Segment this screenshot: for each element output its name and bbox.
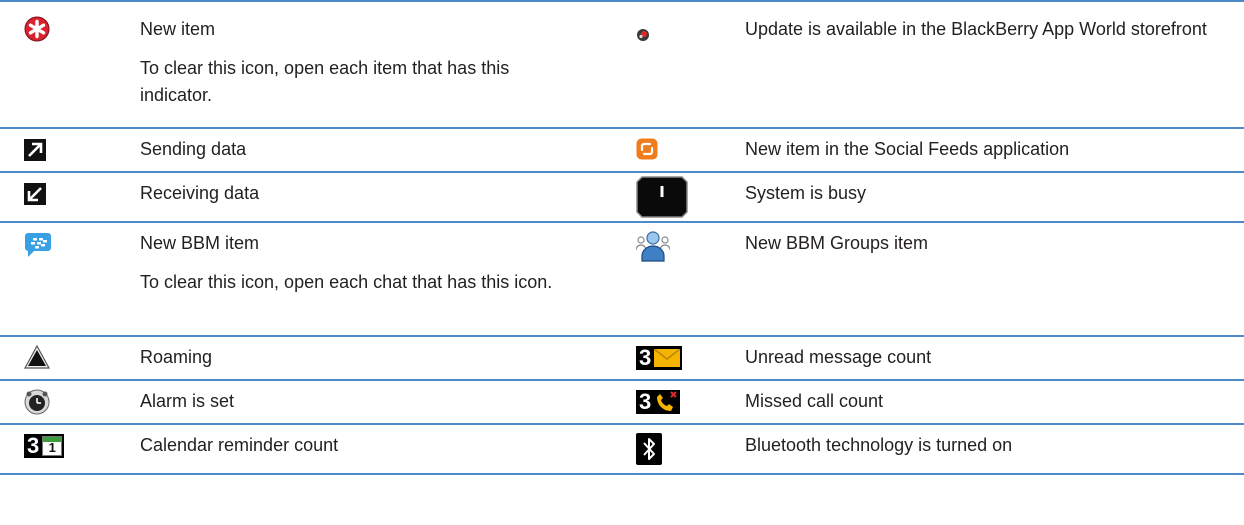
row-description: Roaming — [140, 344, 580, 371]
row-description: Bluetooth technology is turned on — [745, 432, 1235, 459]
row-description: Receiving data — [140, 180, 580, 207]
indicator-name: New item — [140, 19, 216, 39]
social-feeds-icon — [636, 138, 658, 160]
roaming-triangle-icon — [24, 345, 50, 369]
table-row: Sending data New item in the Social Feed… — [0, 127, 1244, 171]
missed-call-count: 3 — [639, 389, 652, 414]
indicator-name: Receiving data — [140, 183, 260, 203]
table-row: New item To clear this icon, open each i… — [0, 0, 1244, 127]
table-row: New BBM item To clear this icon, open ea… — [0, 221, 1244, 335]
indicator-name: Roaming — [140, 347, 213, 367]
calendar-day: 1 — [48, 440, 56, 455]
indicator-note: To clear this icon, open each chat that … — [140, 272, 553, 292]
table-row: 3 1 Calendar reminder count Bluetooth te… — [0, 423, 1244, 475]
unread-count: 3 — [639, 345, 652, 370]
indicator-name: System is busy — [745, 183, 867, 203]
row-description: System is busy — [745, 180, 1235, 207]
row-description: Update is available in the BlackBerry Ap… — [745, 16, 1235, 43]
table-row: Roaming 3 Unread message count — [0, 335, 1244, 379]
missed-call-phone-icon — [657, 391, 677, 411]
status-indicator-table: New item To clear this icon, open each i… — [0, 0, 1244, 475]
bluetooth-icon — [636, 433, 662, 465]
calendar-icon: 1 — [42, 436, 63, 456]
envelope-icon — [654, 349, 681, 367]
indicator-name: Calendar reminder count — [140, 435, 339, 455]
indicator-name: Update is available in the BlackBerry Ap… — [745, 19, 1207, 39]
bbm-groups-icon — [636, 230, 670, 262]
missed-call-count-icon: 3 — [636, 389, 681, 414]
row-description: Unread message count — [745, 344, 1235, 371]
row-description: Missed call count — [745, 388, 1235, 415]
row-description: New BBM Groups item — [745, 230, 1235, 257]
table-row: Receiving data System is busy — [0, 171, 1244, 221]
row-description: New item in the Social Feeds application — [745, 136, 1235, 163]
sending-data-arrow-icon — [24, 139, 46, 161]
row-description: New BBM item To clear this icon, open ea… — [140, 230, 580, 296]
alarm-clock-icon — [24, 389, 50, 415]
indicator-name: Unread message count — [745, 347, 932, 367]
row-description: Alarm is set — [140, 388, 580, 415]
indicator-name: New BBM Groups item — [745, 233, 929, 253]
row-description: Calendar reminder count — [140, 432, 580, 459]
row-description: Sending data — [140, 136, 580, 163]
new-item-star-icon — [24, 16, 50, 42]
indicator-name: New item in the Social Feeds application — [745, 139, 1070, 159]
indicator-name: New BBM item — [140, 233, 260, 253]
indicator-name: Sending data — [140, 139, 247, 159]
receiving-data-arrow-icon — [24, 183, 46, 205]
indicator-name: Alarm is set — [140, 391, 235, 411]
app-world-update-icon — [636, 28, 650, 42]
indicator-name: Bluetooth technology is turned on — [745, 435, 1013, 455]
system-busy-icon — [636, 176, 688, 218]
row-description: New item To clear this icon, open each i… — [140, 16, 580, 109]
bbm-chat-icon — [24, 232, 52, 258]
calendar-reminder-count-icon: 3 1 — [24, 433, 65, 458]
table-row: Alarm is set 3 Missed call count — [0, 379, 1244, 423]
unread-message-count-icon: 3 — [636, 345, 683, 370]
indicator-note: To clear this icon, open each item that … — [140, 58, 510, 105]
indicator-name: Missed call count — [745, 391, 884, 411]
calendar-count: 3 — [27, 433, 40, 458]
